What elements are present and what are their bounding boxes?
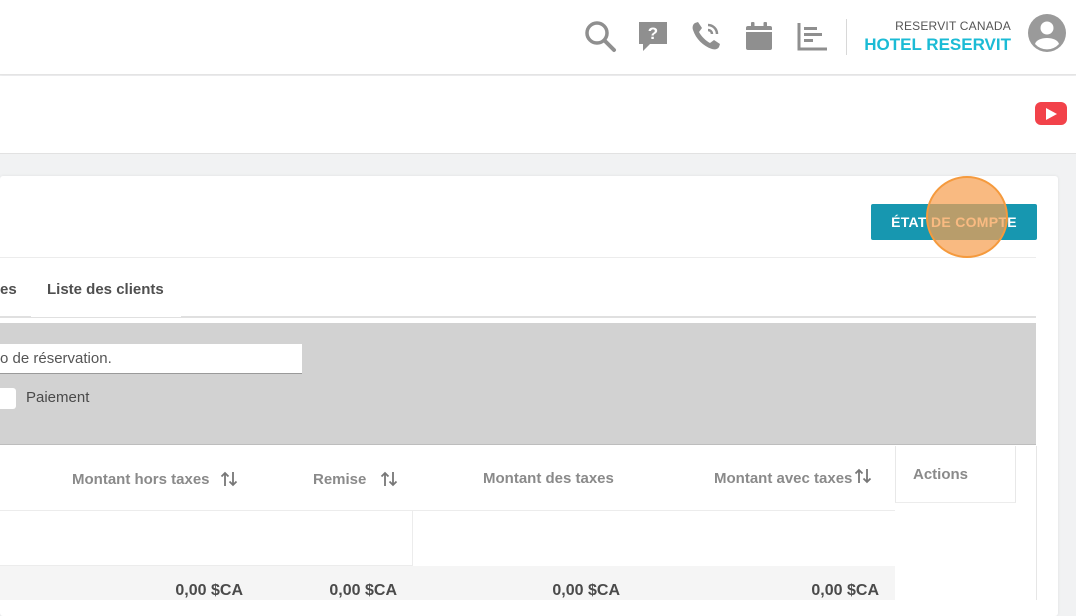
company-sub-label: RESERVIT CANADA bbox=[895, 19, 1011, 33]
phone-icon[interactable] bbox=[688, 18, 724, 54]
svg-text:?: ? bbox=[648, 24, 658, 43]
calendar-icon[interactable] bbox=[741, 18, 777, 54]
youtube-icon[interactable] bbox=[1035, 102, 1067, 125]
user-avatar-icon[interactable] bbox=[1028, 14, 1066, 52]
sort-icon[interactable] bbox=[220, 470, 238, 488]
active-tab-indicator bbox=[31, 314, 181, 317]
total-montant-des-taxes: 0,00 $CA bbox=[552, 582, 620, 599]
table-empty-cell bbox=[0, 510, 413, 566]
search-input[interactable] bbox=[0, 344, 302, 374]
table-right-border bbox=[1036, 446, 1037, 600]
tab-liste-des-clients[interactable]: Liste des clients bbox=[47, 281, 164, 298]
filter-panel bbox=[0, 323, 1036, 445]
etat-de-compte-button[interactable]: ÉTAT DE COMPTE bbox=[871, 204, 1037, 240]
column-header-montant-hors-taxes[interactable]: Montant hors taxes bbox=[72, 470, 238, 488]
card-divider bbox=[0, 257, 1036, 258]
company-block[interactable]: RESERVIT CANADA HOTEL RESERVIT bbox=[864, 19, 1011, 55]
column-header-label: Montant des taxes bbox=[483, 470, 614, 487]
search-icon[interactable] bbox=[582, 18, 618, 54]
total-remise: 0,00 $CA bbox=[329, 582, 397, 599]
sub-header-band bbox=[0, 76, 1076, 154]
column-header-montant-des-taxes[interactable]: Montant des taxes bbox=[483, 470, 614, 487]
tab-partial[interactable]: es bbox=[0, 281, 17, 298]
column-header-actions: Actions bbox=[895, 446, 1016, 503]
payment-label: Paiement bbox=[26, 389, 90, 406]
total-montant-avec-taxes: 0,00 $CA bbox=[811, 582, 879, 599]
company-name: HOTEL RESERVIT bbox=[864, 35, 1011, 54]
sort-icon[interactable] bbox=[854, 467, 872, 485]
column-header-remise[interactable]: Remise bbox=[313, 470, 398, 488]
help-icon[interactable]: ? bbox=[635, 18, 671, 54]
totals-row bbox=[0, 566, 895, 600]
table-row-divider bbox=[413, 510, 895, 511]
column-header-label: Montant avec taxes bbox=[714, 470, 853, 487]
column-header-label: Remise bbox=[313, 470, 367, 488]
column-header-label: Montant hors taxes bbox=[72, 470, 210, 488]
header-divider bbox=[846, 19, 847, 55]
chart-icon[interactable] bbox=[794, 18, 830, 54]
sort-icon[interactable] bbox=[380, 470, 398, 488]
column-header-montant-avec-taxes[interactable]: Montant avec taxes bbox=[714, 467, 872, 487]
payment-checkbox[interactable] bbox=[0, 388, 16, 409]
total-montant-hors-taxes: 0,00 $CA bbox=[175, 582, 243, 599]
